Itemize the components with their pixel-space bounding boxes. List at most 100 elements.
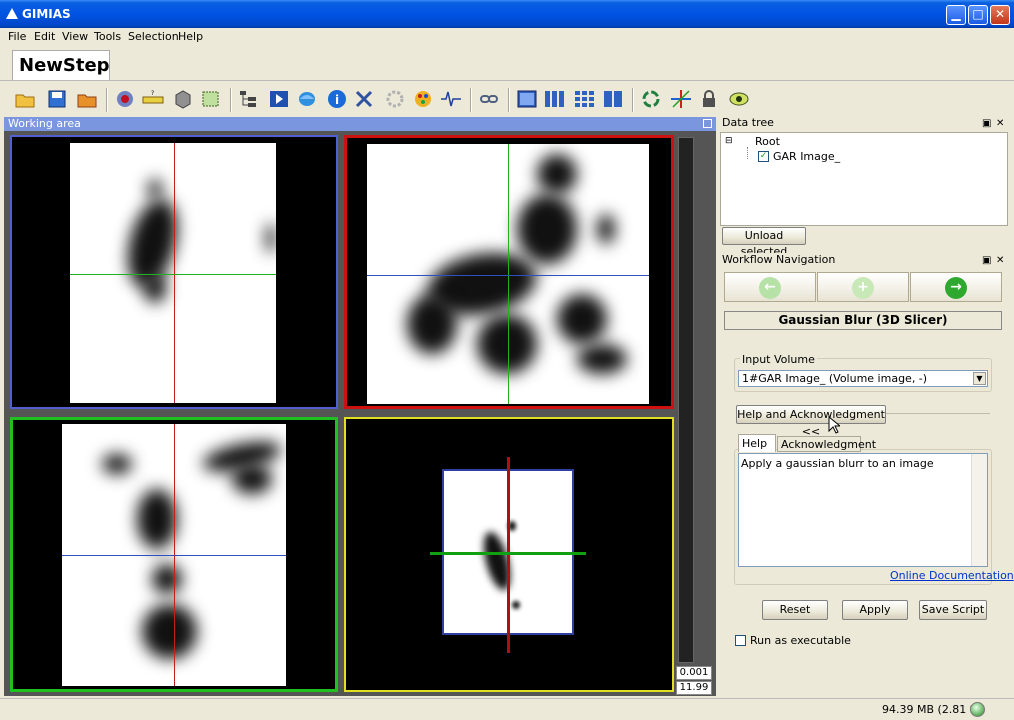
separator: [470, 88, 472, 112]
gear-icon[interactable]: [384, 89, 406, 109]
crop-icon[interactable]: [200, 89, 222, 109]
menu-help[interactable]: Help: [178, 30, 203, 43]
svg-text:i: i: [335, 93, 339, 107]
run-as-executable-label: Run as executable: [750, 634, 851, 647]
tree-icon[interactable]: [238, 89, 260, 109]
workflow-title: Workflow Navigation: [722, 253, 836, 266]
open-icon[interactable]: [76, 89, 98, 109]
data-tree-title: Data tree: [722, 116, 774, 129]
help-text-box[interactable]: Apply a gaussian blurr to an image: [738, 453, 988, 567]
online-documentation-link[interactable]: Online Documentation: [890, 569, 1014, 582]
input-volume-value: 1#GAR Image_ (Volume image, -): [742, 372, 928, 385]
crosshair-red: [507, 457, 510, 653]
tree-line: [747, 147, 748, 159]
grid-view-icon[interactable]: [574, 89, 596, 109]
tab-newstep[interactable]: NewStep: [12, 50, 110, 80]
window-title: GIMIAS: [22, 7, 71, 21]
tab-acknowledgment[interactable]: Acknowledgment: [777, 436, 876, 452]
maximize-button[interactable]: □: [968, 5, 988, 25]
float-panel-icon[interactable]: [703, 119, 712, 128]
working-area-title: Working area: [8, 117, 81, 130]
minimize-button[interactable]: ▁: [946, 5, 966, 25]
close-icon[interactable]: ✕: [996, 255, 1004, 266]
mouse-cursor-icon: [828, 416, 840, 434]
record-icon[interactable]: [114, 89, 136, 109]
eye-icon[interactable]: [728, 89, 750, 109]
collapse-icon[interactable]: ⊟: [725, 136, 733, 146]
tab-newstep-label: NewStep: [19, 55, 110, 76]
reset-button[interactable]: Reset: [762, 600, 828, 620]
title-bar: GIMIAS ▁ □ ✕: [0, 0, 1014, 28]
status-indicator-icon: [970, 702, 985, 717]
unload-selected-button[interactable]: Unload selected: [722, 227, 806, 258]
shape-icon[interactable]: [296, 89, 318, 109]
workflow-header: Workflow Navigation ▣ ✕: [720, 253, 1008, 267]
toolbar: ? i: [0, 82, 1014, 116]
apply-button[interactable]: Apply: [842, 600, 908, 620]
play-icon[interactable]: [268, 89, 290, 109]
help-text: Apply a gaussian blurr to an image: [741, 457, 934, 470]
close-button[interactable]: ✕: [990, 5, 1010, 25]
single-view-icon[interactable]: [516, 89, 538, 109]
menu-selection[interactable]: Selection: [128, 30, 179, 43]
slider-max-value: 11.99: [676, 681, 712, 695]
divider: [886, 413, 990, 414]
link-icon[interactable]: [478, 89, 500, 109]
close-icon[interactable]: ✕: [996, 118, 1004, 129]
lock-icon[interactable]: [698, 89, 720, 109]
crosshair-icon[interactable]: [670, 89, 692, 109]
open-folder-icon[interactable]: [14, 89, 36, 109]
step-name: Gaussian Blur (3D Slicer): [724, 311, 1002, 330]
signal-icon[interactable]: [440, 89, 462, 109]
workflow-nav: ← + →: [724, 272, 1002, 302]
tools-icon[interactable]: [354, 89, 376, 109]
slider-min-value: 0.001: [676, 666, 712, 680]
back-arrow-icon: ←: [759, 277, 781, 299]
ruler-icon[interactable]: ?: [142, 89, 164, 109]
tree-item-checkbox[interactable]: ✓: [758, 151, 769, 162]
status-bar: 94.39 MB (2.81 %): [0, 698, 1014, 720]
menu-tools[interactable]: Tools: [94, 30, 121, 43]
view-coronal[interactable]: [10, 417, 338, 692]
save-icon[interactable]: [46, 89, 68, 109]
float-icon[interactable]: ▣: [982, 118, 991, 129]
tab-help[interactable]: Help: [738, 434, 776, 452]
view-sagittal[interactable]: [344, 135, 674, 409]
columns-view-icon[interactable]: [544, 89, 566, 109]
menu-bar: File Edit View Tools Selection Help: [0, 28, 1014, 46]
slice-slider[interactable]: [678, 137, 694, 663]
divider: [0, 80, 1014, 81]
help-ack-toggle-button[interactable]: Help and Acknowledgment <<: [736, 405, 886, 438]
forward-arrow-icon: →: [945, 277, 967, 299]
info-icon[interactable]: i: [326, 89, 348, 109]
view-axial[interactable]: [10, 135, 338, 409]
separator: [230, 88, 232, 112]
palette-icon[interactable]: [412, 89, 434, 109]
separator: [508, 88, 510, 112]
menu-edit[interactable]: Edit: [34, 30, 55, 43]
view-3d[interactable]: [344, 417, 674, 692]
input-volume-select[interactable]: 1#GAR Image_ (Volume image, -) ▼: [738, 370, 988, 387]
crosshair-green: [430, 552, 586, 555]
slice-image: [70, 143, 276, 403]
next-step-button[interactable]: →: [910, 272, 1002, 302]
split-view-icon[interactable]: [602, 89, 624, 109]
scrollbar[interactable]: [971, 454, 987, 566]
input-volume-label: Input Volume: [740, 353, 817, 366]
run-as-executable-checkbox[interactable]: [735, 635, 746, 646]
chevron-down-icon: ▼: [973, 372, 986, 385]
data-tree-header: Data tree ▣ ✕: [720, 116, 1008, 130]
cube-icon[interactable]: [172, 89, 194, 109]
tree-root[interactable]: Root: [755, 135, 780, 148]
slice-image: [367, 144, 649, 404]
recycle-icon[interactable]: [640, 89, 662, 109]
svg-text:?: ?: [151, 90, 154, 97]
float-icon[interactable]: ▣: [982, 255, 991, 266]
menu-file[interactable]: File: [8, 30, 26, 43]
slice-image: [62, 424, 286, 686]
tree-item[interactable]: GAR Image_: [773, 150, 840, 163]
save-script-button[interactable]: Save Script: [919, 600, 987, 620]
menu-view[interactable]: View: [62, 30, 88, 43]
previous-step-button[interactable]: ←: [724, 272, 816, 302]
add-step-button[interactable]: +: [817, 272, 909, 302]
